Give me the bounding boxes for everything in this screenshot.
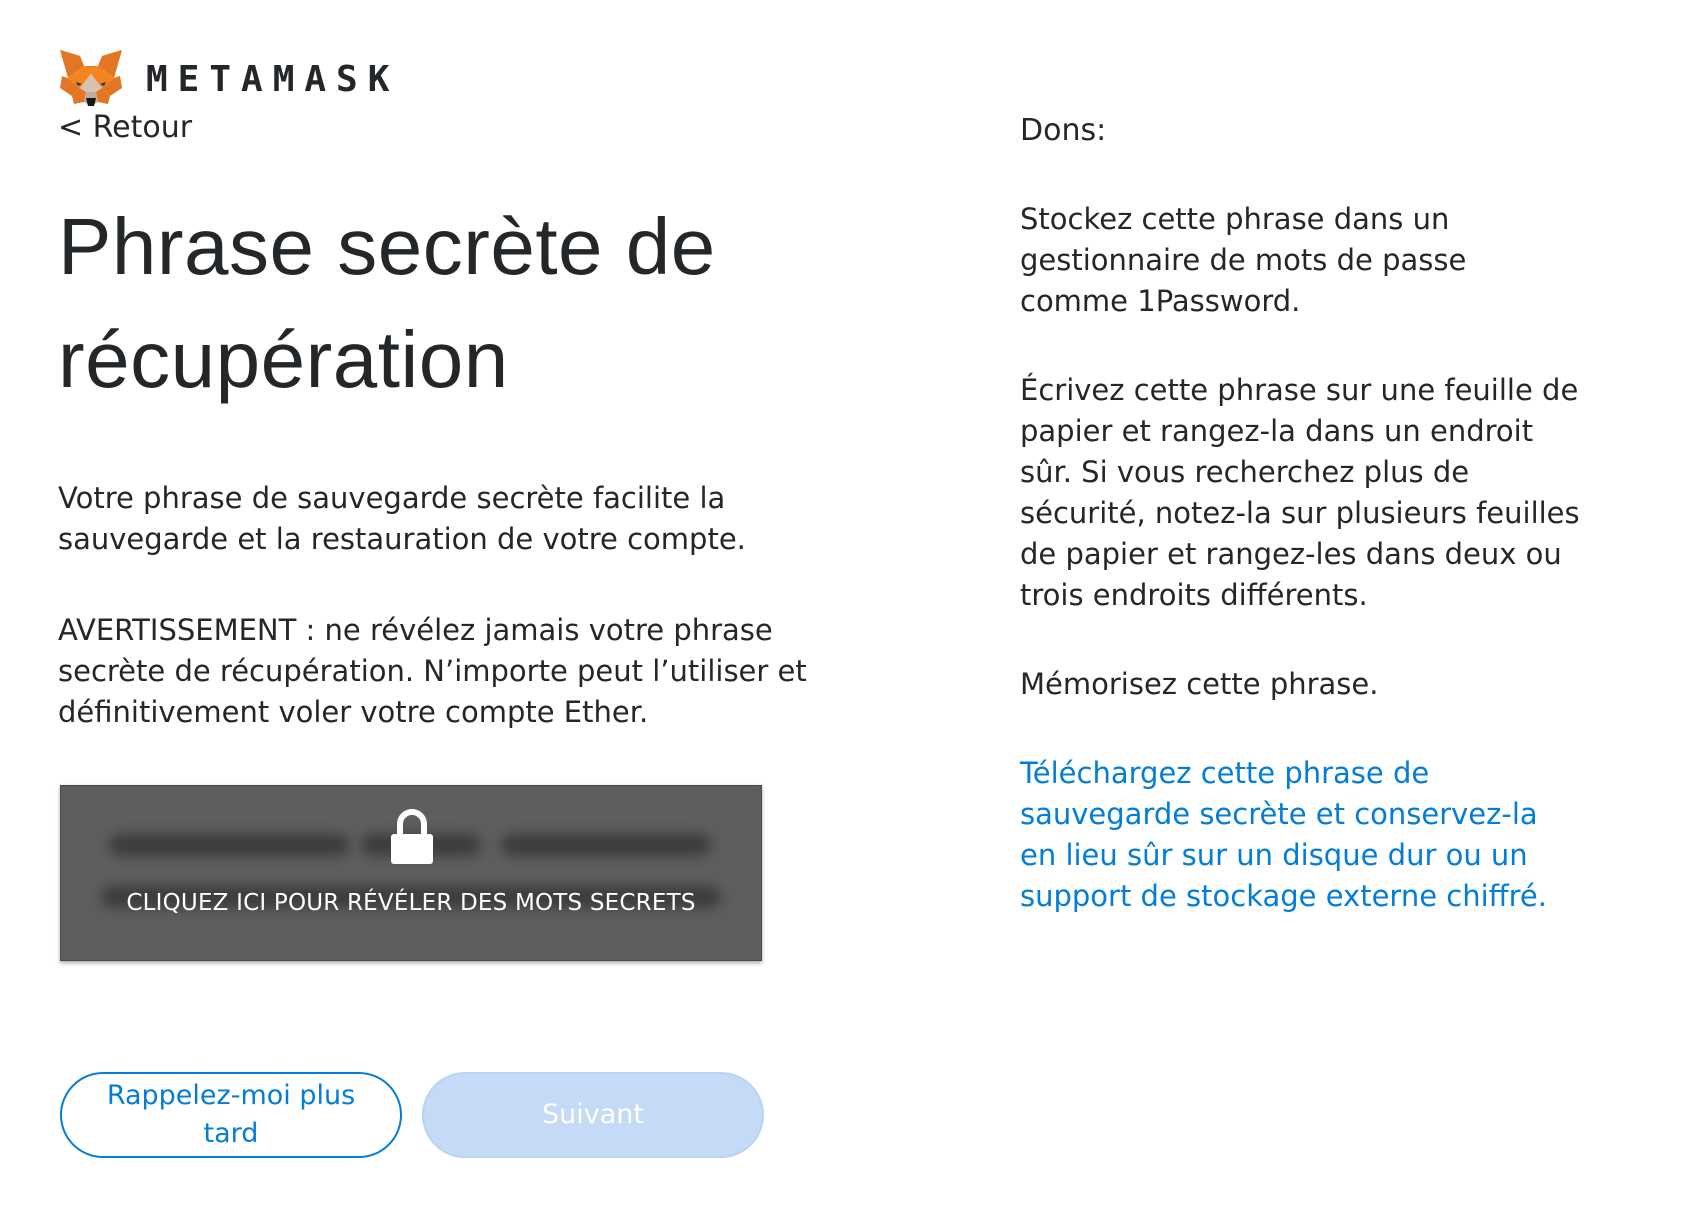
seed-phrase-page: METAMASK < Retour Phrase secrète de récu… <box>0 0 1684 1208</box>
description-text: Votre phrase de sauvegarde secrète facil… <box>58 481 746 556</box>
tip-item: Mémorisez cette phrase. <box>1020 667 1379 701</box>
metamask-fox-icon <box>60 50 122 106</box>
remind-later-button[interactable]: Rappelez-moi plus tard <box>60 1072 402 1158</box>
warning-text: AVERTISSEMENT : ne révélez jamais votre … <box>58 613 807 729</box>
brand-wordmark: METAMASK <box>146 58 400 100</box>
page-title: Phrase secrète de récupération <box>58 202 716 404</box>
tips-panel: Dons: Stockez cette phrase dans un gesti… <box>1020 110 1580 917</box>
download-phrase-link[interactable]: Téléchargez cette phrase de sauvegarde s… <box>1020 753 1580 917</box>
next-button[interactable]: Suivant <box>422 1072 764 1158</box>
tip-item: Écrivez cette phrase sur une feuille de … <box>1020 373 1580 612</box>
lock-icon <box>391 809 433 864</box>
tips-title: Dons: <box>1020 113 1107 148</box>
metamask-logo: METAMASK <box>58 48 399 110</box>
back-link[interactable]: < Retour <box>58 110 192 145</box>
reveal-secret-words-box[interactable]: CLIQUEZ ICI POUR RÉVÉLER DES MOTS SECRET… <box>60 785 762 961</box>
reveal-label: CLIQUEZ ICI POUR RÉVÉLER DES MOTS SECRET… <box>126 890 696 916</box>
blurred-words-line <box>501 834 711 856</box>
main-content: Phrase secrète de récupération Votre phr… <box>58 190 868 733</box>
tip-item: Stockez cette phrase dans un gestionnair… <box>1020 202 1467 318</box>
blurred-words-line <box>109 834 349 856</box>
